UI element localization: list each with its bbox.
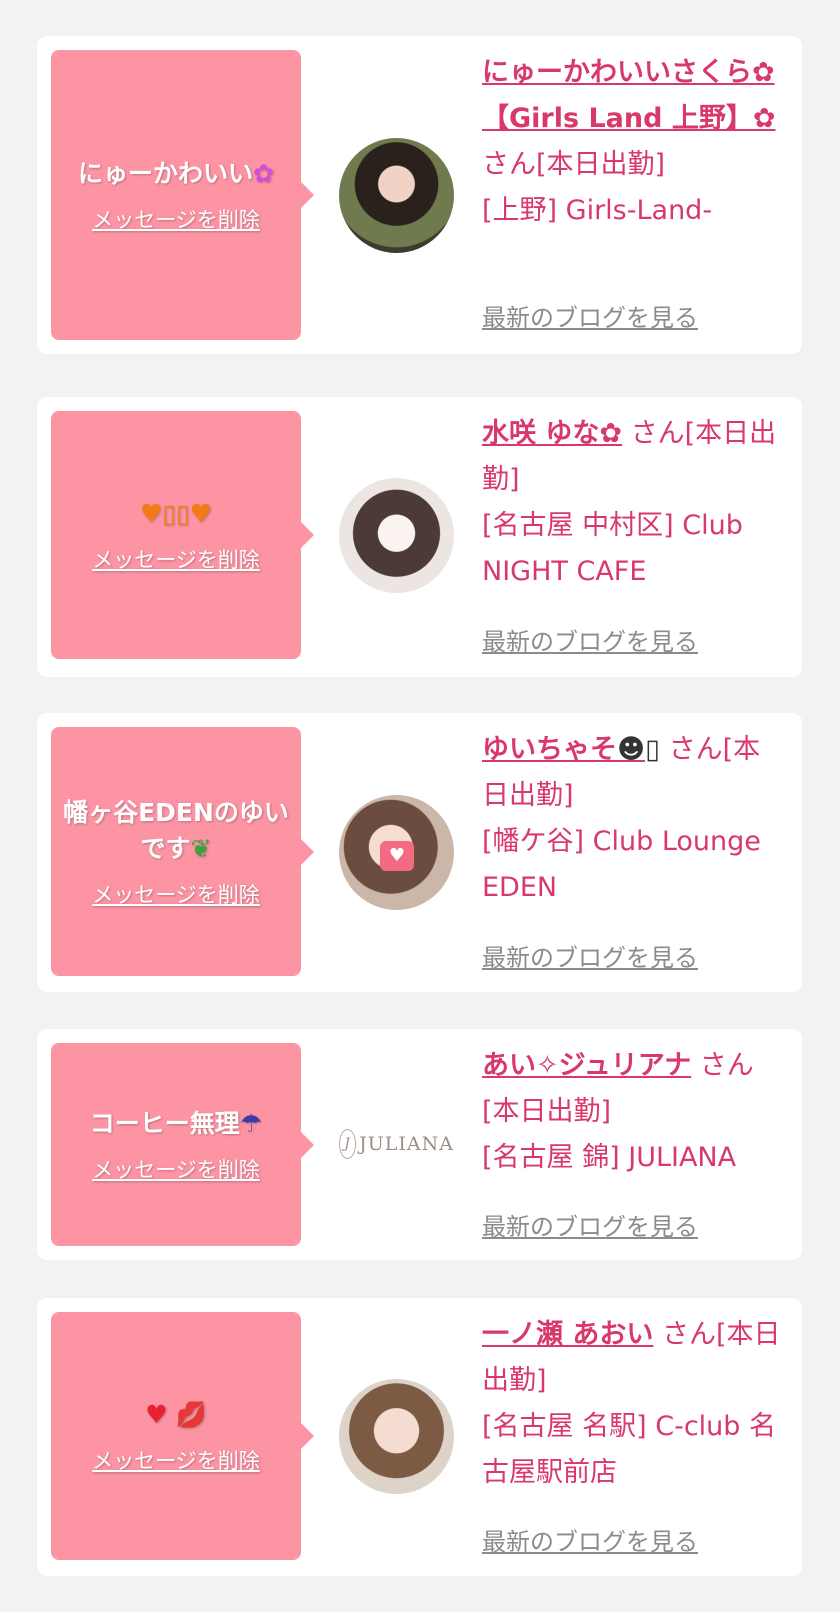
avatar[interactable]: ♥ bbox=[339, 795, 454, 910]
bubble-title: ♥ 💋 bbox=[145, 1397, 207, 1433]
bubble-title: にゅーかわいい✿ bbox=[78, 159, 274, 188]
sprout-icon: ❦ bbox=[190, 833, 212, 863]
tear-icon: ☂ bbox=[239, 1108, 263, 1138]
shop-label: [名古屋 中村区] Club NIGHT CAFE bbox=[482, 510, 743, 587]
delete-message-link[interactable]: メッセージを削除 bbox=[92, 1445, 260, 1475]
bubble-title: ♥▯▯♥ bbox=[140, 496, 212, 532]
heart-icon: ♥ bbox=[380, 841, 414, 871]
message-card: にゅーかわいい✿ メッセージを削除 にゅーかわいいさくら✿【Girls Land… bbox=[37, 36, 802, 354]
cast-info: 水咲 ゆな✿ さん[本日出勤] [名古屋 中村区] Club NIGHT CAF… bbox=[482, 411, 787, 595]
shop-logo[interactable]: J JULIANA bbox=[339, 1124, 454, 1164]
avatar[interactable] bbox=[339, 478, 454, 593]
cast-name-link[interactable]: あい✧ジュリアナ bbox=[482, 1050, 691, 1081]
shop-label: [上野] Girls-Land- bbox=[482, 195, 713, 226]
honorific-status: さん[本日出勤] bbox=[482, 149, 666, 180]
message-card: ♥▯▯♥ メッセージを削除 水咲 ゆな✿ さん[本日出勤] [名古屋 中村区] … bbox=[37, 397, 802, 677]
delete-message-link[interactable]: メッセージを削除 bbox=[92, 1154, 260, 1184]
cast-info: にゅーかわいいさくら✿【Girls Land 上野】✿ さん[本日出勤] [上野… bbox=[482, 50, 787, 234]
avatar[interactable] bbox=[339, 1379, 454, 1494]
latest-blog-link[interactable]: 最新のブログを見る bbox=[482, 1522, 698, 1557]
delete-message-link[interactable]: メッセージを削除 bbox=[92, 544, 260, 574]
message-card: ♥ 💋 メッセージを削除 一ノ瀬 あおい さん[本日出勤] [名古屋 名駅] C… bbox=[37, 1298, 802, 1576]
bubble-title: コーヒー無理☂ bbox=[89, 1108, 263, 1138]
delete-message-link[interactable]: メッセージを削除 bbox=[92, 204, 260, 234]
message-bubble: ♥▯▯♥ メッセージを削除 bbox=[51, 411, 314, 659]
shop-label: [幡ケ谷] Club Lounge EDEN bbox=[482, 826, 761, 903]
cast-info: 一ノ瀬 あおい さん[本日出勤] [名古屋 名駅] C-club 名古屋駅前店 bbox=[482, 1312, 787, 1496]
message-bubble: コーヒー無理☂ メッセージを削除 bbox=[51, 1043, 314, 1246]
cast-name-link[interactable]: ゆいちゃそ☻▯ bbox=[482, 734, 660, 765]
lips-icon: ♥ 💋 bbox=[145, 1400, 207, 1429]
devil-icon: ☻▯ bbox=[617, 734, 661, 765]
message-bubble: 幡ヶ谷EDENのゆいです❦ メッセージを削除 bbox=[51, 727, 314, 976]
message-list: にゅーかわいい✿ メッセージを削除 にゅーかわいいさくら✿【Girls Land… bbox=[0, 0, 840, 1612]
avatar[interactable] bbox=[339, 138, 454, 253]
delete-message-link[interactable]: メッセージを削除 bbox=[92, 879, 260, 909]
latest-blog-link[interactable]: 最新のブログを見る bbox=[482, 1207, 698, 1242]
message-bubble: ♥ 💋 メッセージを削除 bbox=[51, 1312, 314, 1560]
message-bubble: にゅーかわいい✿ メッセージを削除 bbox=[51, 50, 314, 340]
cast-name-link[interactable]: 水咲 ゆな✿ bbox=[482, 418, 622, 449]
message-card: コーヒー無理☂ メッセージを削除 J JULIANA あい✧ジュリアナ さん[本日… bbox=[37, 1029, 802, 1260]
latest-blog-link[interactable]: 最新のブログを見る bbox=[482, 622, 698, 657]
logo-mark-icon: J bbox=[339, 1129, 357, 1159]
cast-name-link[interactable]: 一ノ瀬 あおい bbox=[482, 1319, 653, 1350]
cast-info: ゆいちゃそ☻▯ さん[本日出勤] [幡ケ谷] Club Lounge EDEN bbox=[482, 727, 787, 911]
heart-icon: ♥▯▯♥ bbox=[139, 499, 213, 528]
shop-label: [名古屋 錦] JULIANA bbox=[482, 1142, 737, 1173]
bubble-title: 幡ヶ谷EDENのゆいです❦ bbox=[63, 797, 289, 863]
cast-info: あい✧ジュリアナ さん[本日出勤] [名古屋 錦] JULIANA bbox=[482, 1043, 787, 1181]
shop-label: [名古屋 名駅] C-club 名古屋駅前店 bbox=[482, 1411, 777, 1488]
cast-name-link[interactable]: にゅーかわいいさくら✿【Girls Land 上野】✿ bbox=[482, 57, 775, 134]
latest-blog-link[interactable]: 最新のブログを見る bbox=[482, 938, 698, 973]
clover-icon: ✿ bbox=[253, 159, 274, 188]
latest-blog-link[interactable]: 最新のブログを見る bbox=[482, 298, 698, 333]
message-card: 幡ヶ谷EDENのゆいです❦ メッセージを削除 ♥ ゆいちゃそ☻▯ さん[本日出勤… bbox=[37, 713, 802, 992]
